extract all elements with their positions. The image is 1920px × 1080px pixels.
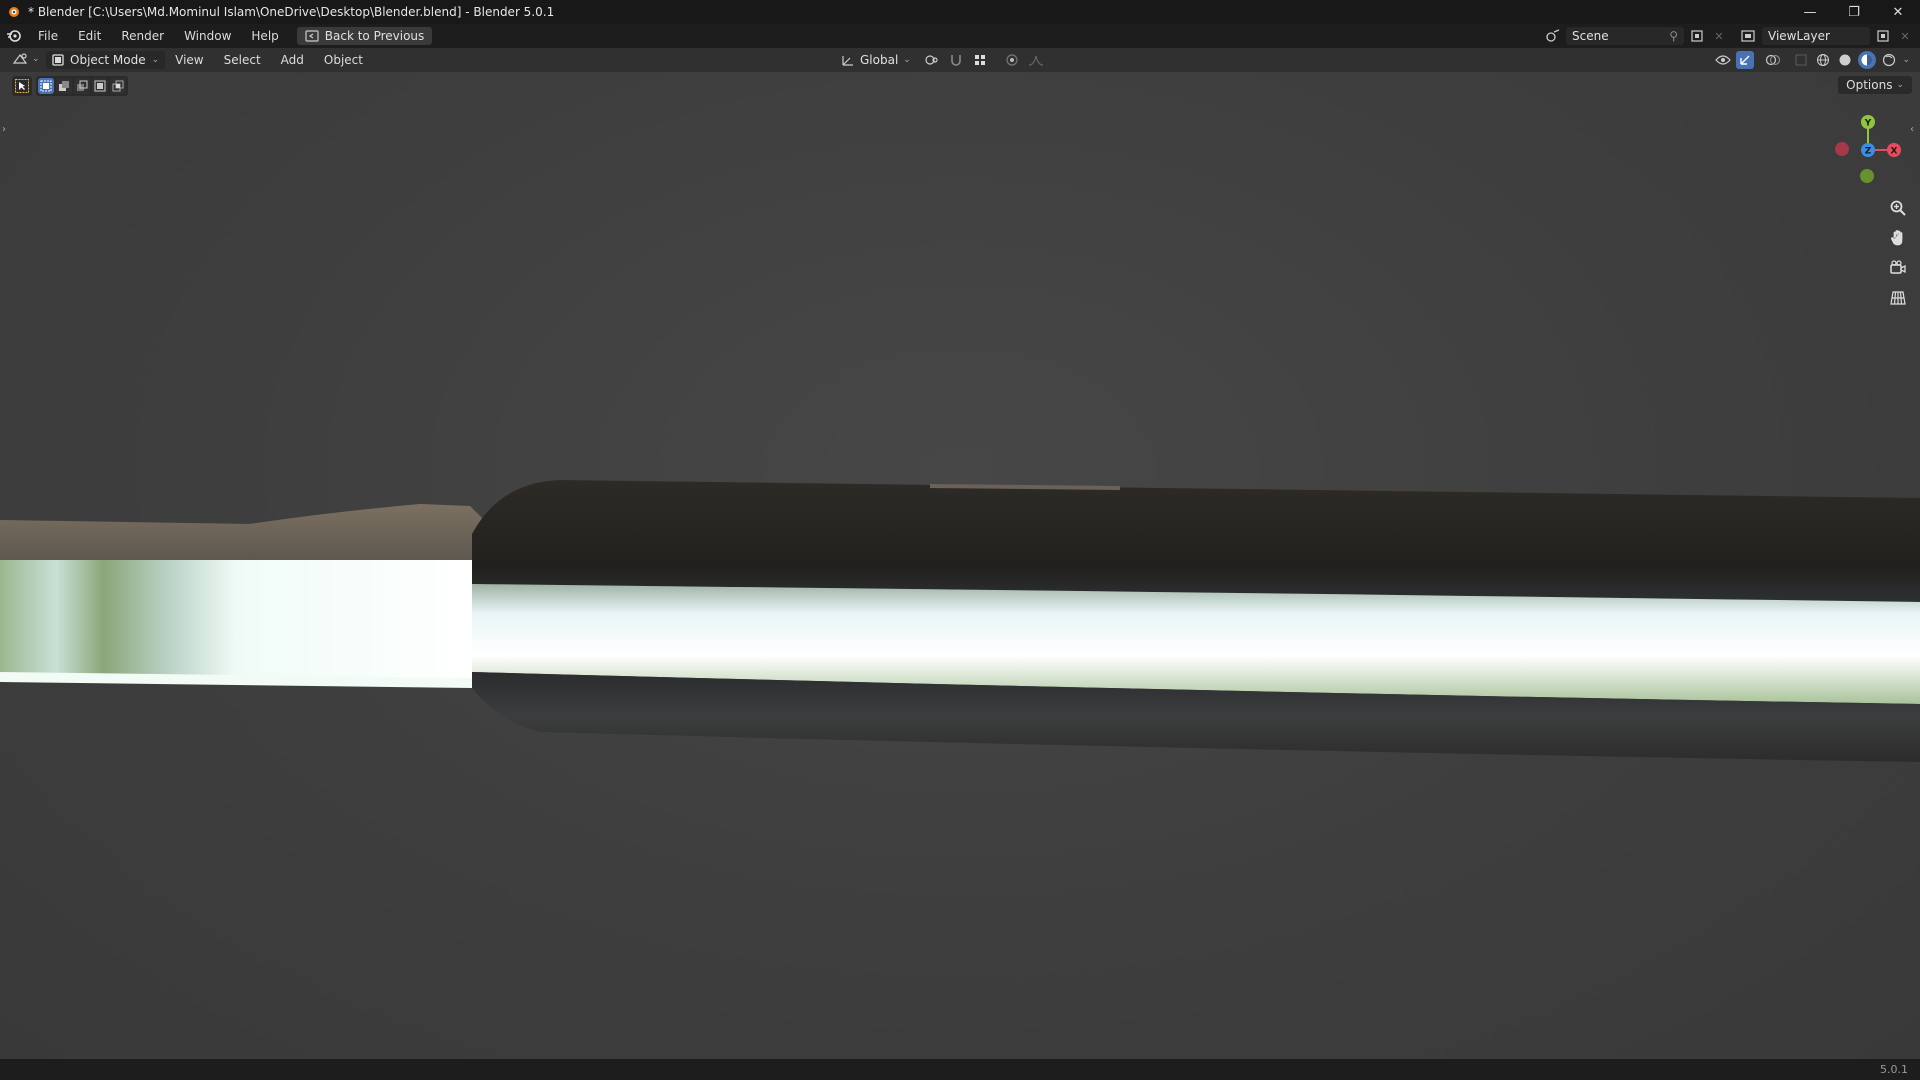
overlays-toggle-icon[interactable]	[1764, 51, 1782, 69]
solid-shading-icon[interactable]	[1836, 51, 1854, 69]
wireframe-shading-icon[interactable]	[1814, 51, 1832, 69]
menu-file[interactable]: File	[28, 24, 68, 48]
selection-mode-group	[36, 76, 128, 96]
proportional-edit-icon[interactable]	[1003, 51, 1021, 69]
close-button[interactable]: ✕	[1876, 0, 1920, 24]
gizmo-y-label: Y	[1864, 119, 1872, 129]
viewport-header-right: ⌄	[1714, 51, 1910, 69]
editor-type-icon	[12, 53, 28, 64]
snap-increment-icon[interactable]	[971, 51, 989, 69]
view-layer-field[interactable]: ViewLayer	[1762, 27, 1870, 45]
knife-model-render	[0, 480, 1920, 762]
sidebar-expand-arrow-icon[interactable]: ‹	[1910, 124, 1918, 138]
back-to-previous-button[interactable]: Back to Previous	[296, 27, 433, 45]
window-controls: — ❐ ✕	[1788, 0, 1920, 24]
chevron-down-icon: ⌄	[151, 55, 160, 65]
zoom-magnifier-icon[interactable]	[1886, 196, 1910, 220]
menu-object[interactable]: Object	[314, 48, 373, 72]
status-bar: 5.0.1	[0, 1059, 1920, 1080]
xray-toggle-icon[interactable]	[1792, 51, 1810, 69]
menu-edit[interactable]: Edit	[68, 24, 111, 48]
chevron-down-icon: ⌄	[903, 55, 911, 65]
options-label: Options	[1846, 78, 1893, 92]
new-scene-icon[interactable]	[1688, 27, 1706, 45]
window-titlebar: * Blender [C:\Users\Md.Mominul Islam\One…	[0, 0, 1920, 24]
scene-name: Scene	[1572, 29, 1609, 43]
rendered-shading-icon[interactable]	[1880, 51, 1898, 69]
back-screen-icon	[305, 30, 319, 42]
cursor-arrow-icon	[15, 79, 29, 93]
blender-logo-icon	[9, 7, 19, 17]
window-title: * Blender [C:\Users\Md.Mominul Islam\One…	[28, 5, 555, 19]
gizmo-neg-y-handle[interactable]	[1860, 169, 1874, 183]
menu-render[interactable]: Render	[111, 24, 174, 48]
chevron-down-icon: ⌄	[32, 54, 40, 64]
transform-orientation-label: Global	[860, 53, 899, 67]
menu-add[interactable]: Add	[271, 48, 314, 72]
select-intersect-icon[interactable]	[110, 78, 126, 94]
pin-icon[interactable]: ⚲	[1669, 29, 1678, 43]
delete-view-layer-icon[interactable]: ✕	[1896, 27, 1914, 45]
viewport-header: ⌄ Object Mode ⌄ View Select Add Object G…	[0, 48, 1920, 72]
select-tool-button[interactable]	[12, 76, 32, 96]
editor-type-selector[interactable]: ⌄	[12, 51, 40, 67]
visibility-eye-icon[interactable]	[1714, 51, 1732, 69]
falloff-curve-icon[interactable]	[1027, 51, 1045, 69]
scene-selector-icon[interactable]	[1544, 27, 1562, 45]
toolbar-expand-arrow-icon[interactable]: ›	[2, 124, 10, 138]
view-layer-name: ViewLayer	[1768, 29, 1830, 43]
selection-tools	[12, 76, 128, 96]
restore-button[interactable]: ❐	[1832, 0, 1876, 24]
new-view-layer-icon[interactable]	[1874, 27, 1892, 45]
orientation-axes-icon	[842, 56, 853, 66]
select-new-icon[interactable]	[38, 78, 54, 94]
chevron-down-icon: ⌄	[1896, 80, 1904, 90]
gizmo-z-label: Z	[1865, 147, 1872, 157]
menu-window[interactable]: Window	[174, 24, 241, 48]
chevron-down-icon[interactable]: ⌄	[1902, 55, 1910, 65]
snap-toggle-icon[interactable]	[947, 51, 965, 69]
top-menubar: File Edit Render Window Help Back to Pre…	[0, 24, 1920, 48]
menu-view[interactable]: View	[165, 48, 213, 72]
menu-select[interactable]: Select	[214, 48, 271, 72]
select-extend-icon[interactable]	[56, 78, 72, 94]
back-to-previous-label: Back to Previous	[324, 29, 425, 43]
object-mode-label: Object Mode	[70, 53, 146, 67]
navigation-gizmo[interactable]: Y X Z	[1826, 108, 1910, 192]
version-label: 5.0.1	[1880, 1063, 1908, 1076]
transform-orientation-select[interactable]: Global ⌄	[835, 51, 917, 69]
transform-tools: Global ⌄	[835, 51, 1045, 69]
options-dropdown[interactable]: Options ⌄	[1838, 76, 1912, 94]
gizmo-toggle-icon[interactable]	[1736, 51, 1755, 69]
delete-scene-icon[interactable]: ✕	[1710, 27, 1728, 45]
view-layer-icon[interactable]	[1740, 27, 1758, 45]
perspective-grid-icon[interactable]	[1886, 286, 1910, 310]
pan-hand-icon[interactable]	[1886, 226, 1910, 250]
topbar-right-group: Scene ⚲ ✕ ViewLayer ✕	[1544, 24, 1920, 48]
material-preview-shading-icon[interactable]	[1858, 51, 1877, 69]
3d-viewport[interactable]: › ‹ Options ⌄ Y X Z	[0, 72, 1920, 1059]
menu-help[interactable]: Help	[241, 24, 288, 48]
blender-menu-icon[interactable]	[6, 28, 22, 44]
select-invert-icon[interactable]	[92, 78, 108, 94]
scene-field[interactable]: Scene ⚲	[1566, 27, 1684, 45]
object-mode-icon	[52, 54, 64, 66]
gizmo-neg-x-handle[interactable]	[1835, 142, 1849, 156]
camera-view-icon[interactable]	[1886, 256, 1910, 280]
minimize-button[interactable]: —	[1788, 0, 1832, 24]
object-mode-select[interactable]: Object Mode ⌄	[46, 51, 166, 69]
navigation-tools	[1886, 196, 1910, 310]
pivot-point-icon[interactable]	[923, 51, 941, 69]
select-subtract-icon[interactable]	[74, 78, 90, 94]
gizmo-x-label: X	[1891, 147, 1898, 157]
